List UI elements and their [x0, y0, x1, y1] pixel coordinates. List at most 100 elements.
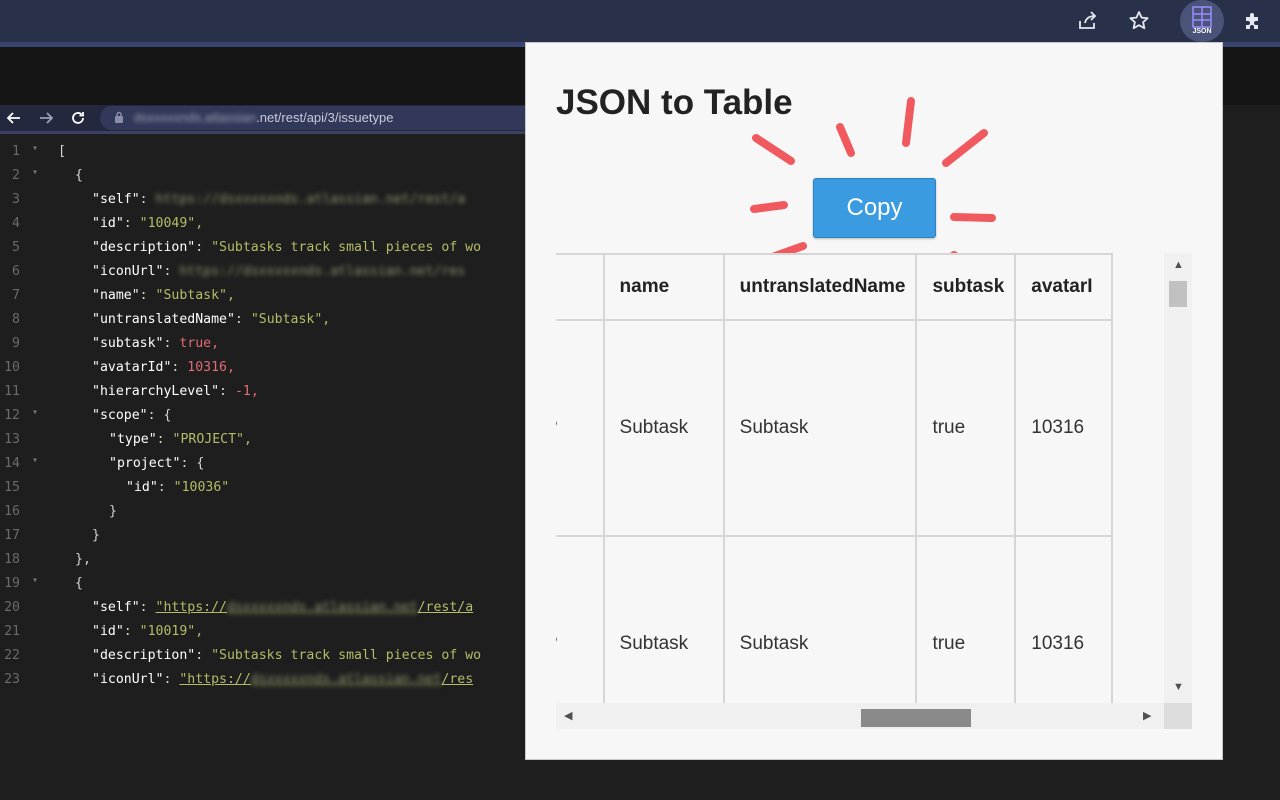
code-text: "scope": { — [92, 408, 172, 423]
line-number: 22 — [4, 648, 20, 663]
scroll-left-icon[interactable]: ◀ — [564, 709, 572, 722]
code-text: "hierarchyLevel": -1, — [92, 384, 259, 399]
code-line: 23 "iconUrl": "https://dsxxxxxnds.atlassi… — [0, 668, 525, 692]
navbar-divider — [0, 131, 525, 134]
code-text: "self": https://dsxxxxxnds.atlassian.net… — [92, 192, 466, 207]
data-table: nameuntranslatedNamesubtaskavatarI 10316… — [556, 253, 1113, 729]
code-line: 6 "iconUrl": https://dsxxxxxnds.atlassian… — [0, 260, 525, 284]
code-line: 7 "name": "Subtask", — [0, 284, 525, 308]
lock-icon — [115, 111, 123, 123]
code-line: 21 "id": "10019", — [0, 620, 525, 644]
copy-button[interactable]: Copy — [813, 178, 936, 238]
code-text: "name": "Subtask", — [92, 288, 235, 303]
horizontal-scroll-thumb[interactable] — [861, 709, 971, 727]
code-text: "description": "Subtasks track small pie… — [92, 240, 482, 255]
code-line: 16} — [0, 500, 525, 524]
table-cell: true — [915, 319, 1017, 537]
table-row: 10316?SubtaskSubtasktrue10316 — [556, 535, 1113, 729]
fold-toggle-icon[interactable]: ▾ — [32, 575, 38, 586]
scroll-down-icon[interactable]: ▼ — [1173, 681, 1184, 693]
page-navbar: dsxxxxxnds.atlassian.net/rest/api/3/issu… — [0, 105, 540, 131]
line-number: 11 — [4, 384, 20, 399]
line-number: 14 — [4, 456, 20, 471]
reload-icon[interactable] — [68, 108, 88, 128]
code-line: 18}, — [0, 548, 525, 572]
line-number: 13 — [4, 432, 20, 447]
json-extension-button[interactable]: JSON — [1180, 0, 1224, 42]
scrollbar-corner — [1164, 703, 1192, 729]
code-line: 15 "id": "10036" — [0, 476, 525, 500]
line-number: 15 — [4, 480, 20, 495]
code-text: "project": { — [109, 456, 205, 471]
address-bar[interactable]: dsxxxxxnds.atlassian.net/rest/api/3/issu… — [100, 106, 540, 130]
vertical-scrollbar[interactable]: ▲ ▼ — [1164, 253, 1192, 703]
back-arrow-icon[interactable] — [4, 108, 24, 128]
line-number: 6 — [12, 264, 20, 279]
table-cell: Subtask — [602, 535, 725, 729]
extension-label: JSON — [1192, 28, 1211, 35]
code-line: 1 ▾ [ — [0, 140, 525, 164]
table-cell: Subtask — [602, 319, 725, 537]
line-number: 1 — [12, 144, 20, 159]
code-text: } — [92, 528, 100, 543]
code-text: }, — [75, 552, 91, 567]
json-code-view: 1 ▾ [2 ▾ {3 "self": https://dsxxxxxnds.atlass… — [0, 140, 525, 740]
ray — [836, 123, 855, 157]
fold-toggle-icon[interactable]: ▾ — [32, 167, 38, 178]
fold-toggle-icon[interactable]: ▾ — [32, 455, 38, 466]
code-text: "iconUrl": "https://dsxxxxxnds.atlassian… — [92, 672, 474, 687]
code-text: { — [75, 576, 83, 591]
code-text: "id": "10019", — [92, 624, 204, 639]
line-number: 3 — [12, 192, 20, 207]
code-line: 4 "id": "10049", — [0, 212, 525, 236]
ray — [902, 97, 915, 147]
table-cell: 10316? — [556, 535, 605, 729]
code-line: 11 "hierarchyLevel": -1, — [0, 380, 525, 404]
code-line: 17} — [0, 524, 525, 548]
browser-toolbar: JSON — [0, 0, 1280, 42]
scroll-right-icon[interactable]: ▶ — [1143, 709, 1151, 722]
vertical-scroll-thumb[interactable] — [1169, 281, 1187, 307]
bookmark-star-icon[interactable] — [1122, 4, 1156, 38]
line-number: 8 — [12, 312, 20, 327]
column-header: name — [602, 253, 725, 321]
line-number: 10 — [4, 360, 20, 375]
table-viewport[interactable]: nameuntranslatedNamesubtaskavatarI 10316… — [556, 253, 1192, 729]
line-number: 19 — [4, 576, 20, 591]
line-number: 7 — [12, 288, 20, 303]
table-cell: 10316? — [556, 319, 605, 537]
code-text: "subtask": true, — [92, 336, 220, 351]
url-host: dsxxxxxnds.atlassian — [134, 110, 257, 125]
line-number: 12 — [4, 408, 20, 423]
ray — [750, 201, 788, 213]
share-icon[interactable] — [1071, 4, 1105, 38]
column-header: untranslatedName — [722, 253, 918, 321]
code-text: "description": "Subtasks track small pie… — [92, 648, 482, 663]
line-number: 16 — [4, 504, 20, 519]
code-text: "type": "PROJECT", — [109, 432, 252, 447]
ray — [942, 129, 988, 167]
line-number: 21 — [4, 624, 20, 639]
url-text: dsxxxxxnds.atlassian.net/rest/api/3/issu… — [134, 110, 393, 125]
table-cell: Subtask — [722, 319, 918, 537]
fold-toggle-icon[interactable]: ▾ — [32, 143, 38, 154]
column-header: subtask — [915, 253, 1017, 321]
code-line: 14 ▾ "project": { — [0, 452, 525, 476]
table-cell: Subtask — [722, 535, 918, 729]
forward-arrow-icon[interactable] — [36, 108, 56, 128]
line-number: 2 — [12, 168, 20, 183]
scroll-up-icon[interactable]: ▲ — [1173, 259, 1184, 271]
code-text: "id": "10036" — [126, 480, 230, 495]
code-text: [ — [58, 144, 66, 159]
line-number: 20 — [4, 600, 20, 615]
code-text: "id": "10049", — [92, 216, 204, 231]
code-line: 10 "avatarId": 10316, — [0, 356, 525, 380]
horizontal-scrollbar[interactable]: ◀ ▶ — [556, 703, 1164, 729]
extensions-puzzle-icon[interactable] — [1236, 4, 1270, 38]
fold-toggle-icon[interactable]: ▾ — [32, 407, 38, 418]
code-text: "iconUrl": https://dsxxxxxnds.atlassian.… — [92, 264, 466, 279]
code-line: 8 "untranslatedName": "Subtask", — [0, 308, 525, 332]
line-number: 5 — [12, 240, 20, 255]
ray — [752, 134, 795, 165]
code-line: 19 ▾ { — [0, 572, 525, 596]
